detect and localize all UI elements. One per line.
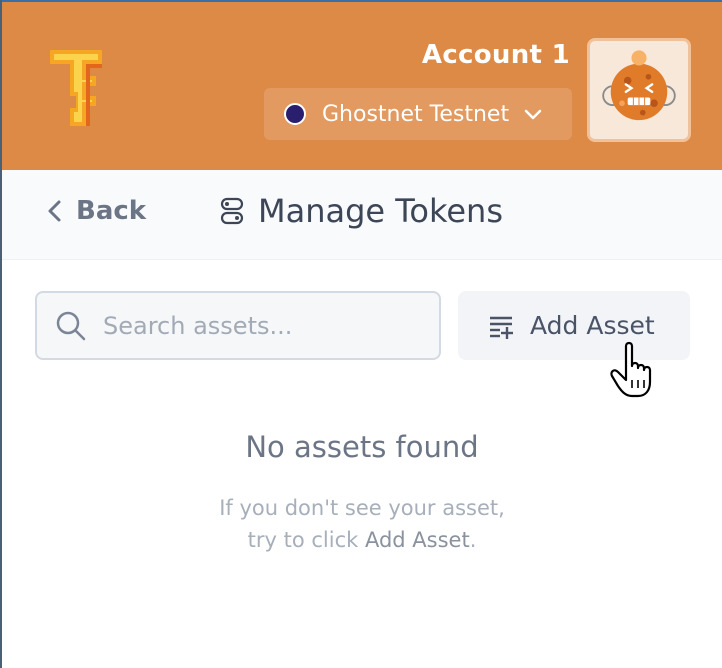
page-title-text: Manage Tokens [258, 192, 503, 230]
header: Account 1 Ghostnet Testnet [2, 0, 722, 170]
manage-tokens-icon [220, 197, 244, 225]
search-icon [56, 311, 86, 340]
add-asset-link[interactable]: Add Asset [365, 528, 470, 552]
logo-icon[interactable] [46, 46, 106, 130]
empty-state-line2: try to click Add Asset. [2, 524, 722, 556]
hand-cursor-icon [610, 341, 652, 398]
titlebar: Back Manage Tokens [2, 170, 722, 260]
add-list-icon [490, 316, 513, 339]
empty-state-line2-suffix: . [469, 528, 477, 552]
account-name[interactable]: Account 1 [422, 40, 570, 70]
empty-state-line2-prefix: try to click [247, 528, 365, 552]
network-label: Ghostnet Testnet [322, 101, 510, 127]
add-asset-label: Add Asset [530, 311, 655, 340]
back-label: Back [76, 196, 147, 226]
search-field[interactable] [35, 291, 441, 360]
empty-state-line1: If you don't see your asset, [219, 496, 505, 520]
empty-state-description: If you don't see your asset, try to clic… [2, 492, 722, 556]
search-input[interactable] [103, 311, 423, 340]
avatar-icon[interactable] [587, 38, 691, 142]
chevron-left-icon [48, 200, 61, 222]
empty-state-title: No assets found [245, 430, 479, 464]
back-button[interactable]: Back [46, 196, 146, 226]
page-title: Manage Tokens [220, 192, 503, 230]
network-status-dot [284, 103, 306, 125]
chevron-down-icon [524, 109, 542, 120]
network-selector[interactable]: Ghostnet Testnet [264, 88, 572, 140]
